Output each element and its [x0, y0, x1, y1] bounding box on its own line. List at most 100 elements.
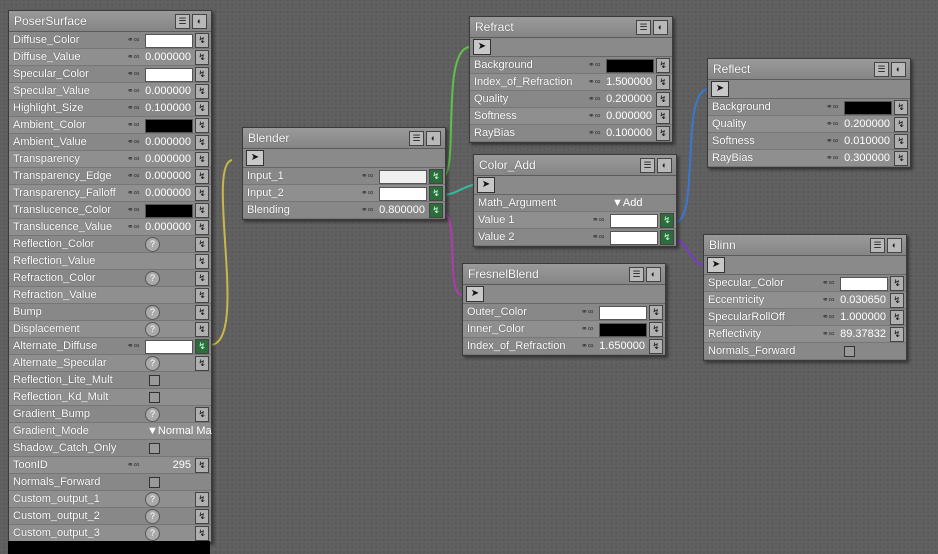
param-row[interactable]: Shadow_Catch_Only — [9, 440, 211, 457]
param-value[interactable]: 89.37832 — [840, 326, 886, 342]
param-row[interactable]: Translucence_Color ⚭∞ ↯ — [9, 202, 211, 219]
plug-icon[interactable]: ↯ — [195, 118, 209, 133]
plug-icon[interactable]: ↯ — [649, 339, 663, 354]
plug-icon[interactable]: ↯ — [195, 135, 209, 150]
color-swatch[interactable] — [599, 323, 647, 337]
link-icon[interactable]: ⚭∞ — [826, 120, 844, 128]
checkbox[interactable] — [149, 375, 160, 386]
link-icon[interactable]: ⚭∞ — [588, 112, 606, 120]
color-swatch[interactable] — [379, 187, 427, 201]
plug-icon[interactable]: ↯ — [649, 322, 663, 337]
plug-icon[interactable]: ↯ — [195, 509, 209, 524]
node-options-icon[interactable]: ➤ — [473, 39, 491, 55]
plug-icon[interactable]: ↯ — [195, 254, 209, 269]
color-swatch[interactable] — [610, 214, 658, 228]
param-row[interactable]: Diffuse_Value ⚭∞ 0.000000 ↯ — [9, 49, 211, 66]
link-icon[interactable]: ⚭∞ — [127, 206, 145, 214]
list-icon[interactable]: ☰ — [640, 158, 655, 173]
plug-icon[interactable]: ↯ — [195, 237, 209, 252]
eye-icon[interactable]: ◐ — [192, 14, 207, 29]
plug-icon[interactable]: ↯ — [656, 75, 670, 90]
eye-icon[interactable]: ◐ — [646, 267, 661, 282]
dropdown-select[interactable]: ▼Normal Ma — [147, 423, 212, 439]
color-swatch[interactable] — [145, 34, 193, 48]
link-icon[interactable]: ⚭∞ — [822, 330, 840, 338]
plug-icon[interactable]: ↯ — [656, 58, 670, 73]
blinn-node[interactable]: Blinn ☰ ◐ ➤ Specular_Color ⚭∞ ↯ Eccentricity ⚭∞ 0… — [703, 234, 907, 361]
param-row[interactable]: SpecularRollOff ⚭∞ 1.000000 ↯ — [704, 309, 906, 326]
link-icon[interactable]: ⚭∞ — [127, 172, 145, 180]
link-icon[interactable]: ⚭∞ — [127, 104, 145, 112]
plug-icon[interactable]: ↯ — [195, 271, 209, 286]
plug-icon[interactable]: ↯ — [195, 288, 209, 303]
eye-icon[interactable]: ◐ — [891, 62, 906, 77]
param-row[interactable]: Reflection_Kd_Mult — [9, 389, 211, 406]
plug-icon[interactable]: ↯ — [195, 492, 209, 507]
plug-connected-icon[interactable]: ↯ — [195, 339, 209, 354]
node-options-icon[interactable]: ➤ — [711, 81, 729, 97]
link-icon[interactable]: ⚭∞ — [127, 223, 145, 231]
param-value[interactable]: 0.100000 — [606, 125, 652, 141]
plug-icon[interactable]: ↯ — [656, 126, 670, 141]
color-swatch[interactable] — [145, 340, 193, 354]
param-value[interactable]: 0.000000 — [145, 83, 191, 99]
param-value[interactable]: 0.000000 — [606, 108, 652, 124]
param-row[interactable]: Custom_output_1? ↯ — [9, 491, 211, 508]
param-row[interactable]: Softness ⚭∞ 0.000000 ↯ — [470, 108, 672, 125]
help-icon[interactable]: ? — [145, 271, 160, 286]
param-row[interactable]: Transparency ⚭∞ 0.000000 ↯ — [9, 151, 211, 168]
param-row[interactable]: Quality ⚭∞ 0.200000 ↯ — [708, 116, 910, 133]
param-value[interactable]: 0.030650 — [840, 292, 886, 308]
param-row[interactable]: Ambient_Color ⚭∞ ↯ — [9, 117, 211, 134]
param-row[interactable]: Outer_Color ⚭∞ ↯ — [463, 304, 665, 321]
node-header[interactable]: Color_Add ☰ ◐ — [474, 155, 676, 176]
color-add-node[interactable]: Color_Add ☰ ◐ ➤ Math_Argument ▼Add Value 1 ⚭∞ ↯ V… — [473, 154, 677, 247]
param-row[interactable]: Value 1 ⚭∞ ↯ — [474, 212, 676, 229]
color-swatch[interactable] — [145, 204, 193, 218]
param-row[interactable]: Specular_Color ⚭∞ ↯ — [9, 66, 211, 83]
param-value[interactable]: 0.100000 — [145, 100, 191, 116]
param-row[interactable]: Displacement? ↯ — [9, 321, 211, 338]
param-row[interactable]: Index_of_Refraction ⚭∞ 1.500000 ↯ — [470, 74, 672, 91]
plug-icon[interactable]: ↯ — [890, 327, 904, 342]
param-row[interactable]: Refraction_Color? ↯ — [9, 270, 211, 287]
link-icon[interactable]: ⚭∞ — [588, 78, 606, 86]
plug-connected-icon[interactable]: ↯ — [660, 230, 674, 245]
param-row[interactable]: Highlight_Size ⚭∞ 0.100000 ↯ — [9, 100, 211, 117]
param-value[interactable]: 1.500000 — [606, 74, 652, 90]
fresnel-blend-node[interactable]: FresnelBlend ☰ ◐ ➤ Outer_Color ⚭∞ ↯ Inner_Color… — [462, 263, 666, 356]
node-header[interactable]: Refract ☰ ◐ — [470, 17, 672, 38]
plug-icon[interactable]: ↯ — [195, 50, 209, 65]
link-icon[interactable]: ⚭∞ — [361, 172, 379, 180]
plug-icon[interactable]: ↯ — [195, 152, 209, 167]
help-icon[interactable]: ? — [145, 305, 160, 320]
plug-icon[interactable]: ↯ — [195, 526, 209, 541]
help-icon[interactable]: ? — [145, 509, 160, 524]
plug-icon[interactable]: ↯ — [656, 92, 670, 107]
link-icon[interactable]: ⚭∞ — [592, 233, 610, 241]
plug-icon[interactable]: ↯ — [195, 186, 209, 201]
param-row[interactable]: Gradient_Bump? ↯ — [9, 406, 211, 423]
param-row[interactable]: Background ⚭∞ ↯ — [708, 99, 910, 116]
param-row[interactable]: ToonID ⚭∞ 295 ↯ — [9, 457, 211, 474]
param-value[interactable]: 0.000000 — [145, 151, 191, 167]
param-row[interactable]: Alternate_Diffuse ⚭∞ ↯ — [9, 338, 211, 355]
node-header[interactable]: PoserSurface ☰ ◐ — [9, 11, 211, 32]
plug-icon[interactable]: ↯ — [649, 305, 663, 320]
param-row[interactable]: Math_Argument ▼Add — [474, 195, 676, 212]
param-row[interactable]: Bump? ↯ — [9, 304, 211, 321]
link-icon[interactable]: ⚭∞ — [826, 103, 844, 111]
param-value[interactable]: 1.650000 — [599, 338, 645, 354]
link-icon[interactable]: ⚭∞ — [127, 461, 145, 469]
link-icon[interactable]: ⚭∞ — [127, 189, 145, 197]
param-row[interactable]: Diffuse_Color ⚭∞ ↯ — [9, 32, 211, 49]
plug-icon[interactable]: ↯ — [656, 109, 670, 124]
dropdown-select[interactable]: ▼Add — [612, 195, 642, 211]
poser-surface-node[interactable]: PoserSurface ☰ ◐ Diffuse_Color ⚭∞ ↯ Diffuse_Va… — [8, 10, 212, 543]
param-value[interactable]: 295 — [173, 457, 191, 473]
list-icon[interactable]: ☰ — [636, 20, 651, 35]
param-row[interactable]: Eccentricity ⚭∞ 0.030650 ↯ — [704, 292, 906, 309]
plug-icon[interactable]: ↯ — [894, 151, 908, 166]
list-icon[interactable]: ☰ — [629, 267, 644, 282]
param-value[interactable]: 0.000000 — [145, 168, 191, 184]
